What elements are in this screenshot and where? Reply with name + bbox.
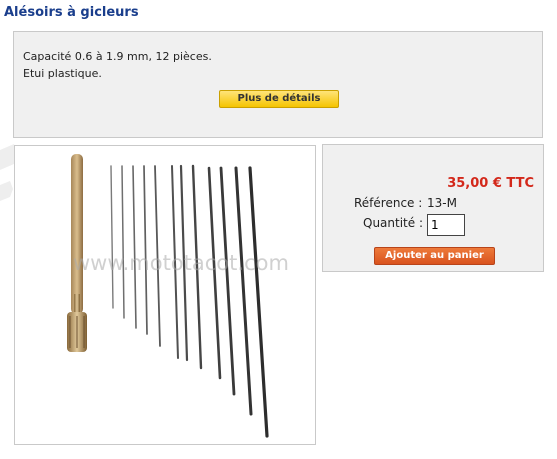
- quantity-label: Quantité :: [363, 216, 423, 230]
- add-to-cart-button[interactable]: Ajouter au panier: [374, 247, 495, 265]
- price: 35,00 € TTC: [447, 176, 534, 191]
- reamer-set-photo-icon: [67, 154, 269, 438]
- quantity-input[interactable]: [427, 214, 465, 236]
- reference-label: Référence :: [354, 196, 423, 210]
- description-line-2: Etui plastique.: [23, 67, 102, 80]
- product-image[interactable]: www.mototacot.com: [14, 145, 316, 445]
- description-line-1: Capacité 0.6 à 1.9 mm, 12 pièces.: [23, 50, 212, 63]
- purchase-box: 35,00 € TTC Référence : 13-M Quantité : …: [322, 144, 544, 272]
- reference-value: 13-M: [427, 196, 457, 210]
- product-description-box: Capacité 0.6 à 1.9 mm, 12 pièces. Etui p…: [13, 31, 543, 138]
- image-watermark: www.mototacot.com: [73, 251, 289, 275]
- product-description: Capacité 0.6 à 1.9 mm, 12 pièces. Etui p…: [23, 48, 212, 82]
- more-details-button[interactable]: Plus de détails: [219, 90, 339, 108]
- page-title: Alésoirs à gicleurs: [4, 5, 139, 20]
